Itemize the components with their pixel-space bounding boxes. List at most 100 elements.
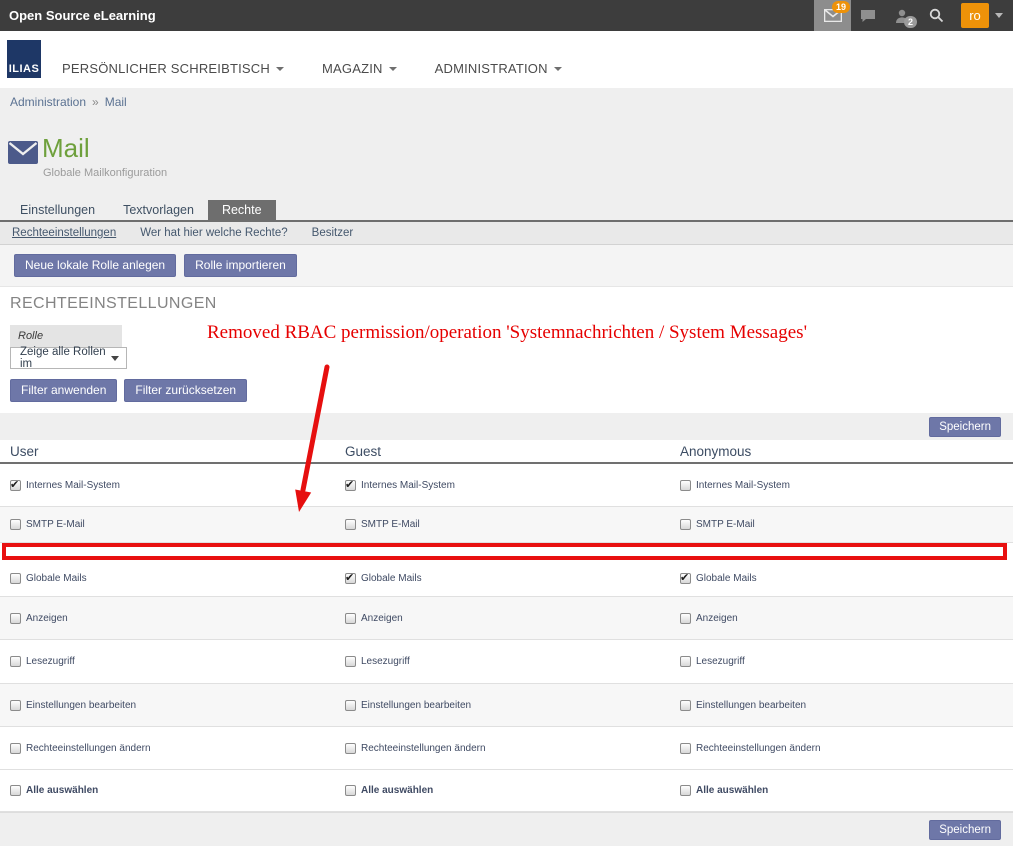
permission-label: Lesezugriff xyxy=(361,656,410,667)
removed-permission-row-highlight xyxy=(2,543,1007,560)
permission-cell: Internes Mail-System xyxy=(10,480,345,491)
permission-label: Globale Mails xyxy=(26,573,87,584)
nav-item-schreibtisch[interactable]: PERSÖNLICHER SCHREIBTISCH xyxy=(62,61,284,76)
new-local-role-button[interactable]: Neue lokale Rolle anlegen xyxy=(14,254,176,277)
checkbox-anonymous-lesezugriff[interactable] xyxy=(680,656,691,667)
permission-label: Einstellungen bearbeiten xyxy=(26,700,136,711)
subtab-bar: Rechteeinstellungen Wer hat hier welche … xyxy=(0,222,1013,245)
permission-cell: Einstellungen bearbeiten xyxy=(10,700,345,711)
role-filter-select-value: Zeige alle Rollen im xyxy=(20,346,111,370)
checkbox-user-alle-auswaehlen[interactable] xyxy=(10,785,21,796)
permission-cell: Lesezugriff xyxy=(680,656,1013,667)
tab-textvorlagen[interactable]: Textvorlagen xyxy=(109,199,208,220)
mail-button[interactable]: 19 xyxy=(814,0,851,31)
subtab-besitzer[interactable]: Besitzer xyxy=(312,227,354,239)
nav-item-magazin[interactable]: MAGAZIN xyxy=(322,61,397,76)
checkbox-user-lesezugriff[interactable] xyxy=(10,656,21,667)
checkbox-guest-alle-auswaehlen[interactable] xyxy=(345,785,356,796)
permission-cell: SMTP E-Mail xyxy=(10,519,345,530)
permission-label: Lesezugriff xyxy=(26,656,75,667)
chat-icon xyxy=(860,9,876,23)
table-row: SMTP E-Mail SMTP E-Mail SMTP E-Mail xyxy=(0,507,1013,543)
page: Open Source eLearning 19 2 xyxy=(0,0,1013,846)
reset-filter-button[interactable]: Filter zurücksetzen xyxy=(124,379,247,402)
permission-label: Rechteeinstellungen ändern xyxy=(361,743,486,754)
checkbox-guest-lesezugriff[interactable] xyxy=(345,656,356,667)
subtab-wer-hat-rechte[interactable]: Wer hat hier welche Rechte? xyxy=(140,227,287,239)
permission-cell: Lesezugriff xyxy=(345,656,680,667)
account-dropdown-caret-icon[interactable] xyxy=(995,13,1003,18)
permission-label: SMTP E-Mail xyxy=(26,519,85,530)
breadcrumb-mail[interactable]: Mail xyxy=(105,95,127,109)
checkbox-user-globale-mails[interactable] xyxy=(10,573,21,584)
permission-label: Globale Mails xyxy=(361,573,422,584)
table-row: Internes Mail-System Internes Mail-Syste… xyxy=(0,464,1013,507)
permission-label: Anzeigen xyxy=(696,613,738,624)
permission-cell: Globale Mails xyxy=(680,573,1013,584)
search-button[interactable] xyxy=(919,0,953,31)
tab-rechte[interactable]: Rechte xyxy=(208,199,276,220)
checkbox-anonymous-smtp-email[interactable] xyxy=(680,519,691,530)
tab-einstellungen[interactable]: Einstellungen xyxy=(6,199,109,220)
permission-settings-section: RECHTEEINSTELLUNGEN Rolle Zeige alle Rol… xyxy=(0,287,1013,413)
checkbox-guest-rechteeinstellungen-aendern[interactable] xyxy=(345,743,356,754)
save-button-bottom[interactable]: Speichern xyxy=(929,820,1001,840)
permission-cell: Internes Mail-System xyxy=(680,480,1013,491)
tab-bar: Einstellungen Textvorlagen Rechte xyxy=(0,200,1013,222)
permission-label: SMTP E-Mail xyxy=(696,519,755,530)
permission-cell: Globale Mails xyxy=(345,573,680,584)
checkbox-anonymous-internes-mail-system[interactable] xyxy=(680,480,691,491)
breadcrumb: Administration » Mail xyxy=(0,88,1013,116)
checkbox-user-einstellungen-bearbeiten[interactable] xyxy=(10,700,21,711)
permission-label: Internes Mail-System xyxy=(361,480,455,491)
permission-label: Rechteeinstellungen ändern xyxy=(696,743,821,754)
app-title: Open Source eLearning xyxy=(0,8,156,23)
permission-cell: Alle auswählen xyxy=(345,785,680,796)
permission-label: Anzeigen xyxy=(361,613,403,624)
checkbox-user-smtp-email[interactable] xyxy=(10,519,21,530)
topbar-actions: 19 2 ro xyxy=(814,0,1013,31)
checkbox-guest-globale-mails[interactable] xyxy=(345,573,356,584)
contacts-count-badge: 2 xyxy=(904,16,917,28)
table-row: Globale Mails Globale Mails Globale Mail… xyxy=(0,560,1013,597)
mail-object-icon xyxy=(8,141,38,164)
contacts-button[interactable]: 2 xyxy=(885,0,919,31)
checkbox-anonymous-alle-auswaehlen[interactable] xyxy=(680,785,691,796)
checkbox-user-rechteeinstellungen-aendern[interactable] xyxy=(10,743,21,754)
checkbox-anonymous-anzeigen[interactable] xyxy=(680,613,691,624)
permission-label: Einstellungen bearbeiten xyxy=(361,700,471,711)
account-button[interactable]: ro xyxy=(961,3,989,28)
table-row: Anzeigen Anzeigen Anzeigen xyxy=(0,597,1013,640)
permission-label: Alle auswählen xyxy=(26,785,98,796)
role-filter-select[interactable]: Zeige alle Rollen im xyxy=(10,347,127,369)
permission-cell: Rechteeinstellungen ändern xyxy=(345,743,680,754)
checkbox-anonymous-globale-mails[interactable] xyxy=(680,573,691,584)
checkbox-anonymous-einstellungen-bearbeiten[interactable] xyxy=(680,700,691,711)
permission-label: Globale Mails xyxy=(696,573,757,584)
permission-cell: Alle auswählen xyxy=(680,785,1013,796)
checkbox-user-anzeigen[interactable] xyxy=(10,613,21,624)
annotation-text: Removed RBAC permission/operation 'Syste… xyxy=(207,322,807,344)
permission-cell: Internes Mail-System xyxy=(345,480,680,491)
nav-item-administration[interactable]: ADMINISTRATION xyxy=(435,61,562,76)
breadcrumb-administration[interactable]: Administration xyxy=(10,95,86,109)
save-button-top[interactable]: Speichern xyxy=(929,417,1001,437)
checkbox-user-internes-mail-system[interactable] xyxy=(10,480,21,491)
section-heading: RECHTEEINSTELLUNGEN xyxy=(10,295,1003,313)
checkbox-guest-internes-mail-system[interactable] xyxy=(345,480,356,491)
nav-links: PERSÖNLICHER SCHREIBTISCH MAGAZIN ADMINI… xyxy=(62,61,562,76)
table-row: Rechteeinstellungen ändern Rechteeinstel… xyxy=(0,727,1013,770)
chat-button[interactable] xyxy=(851,0,885,31)
topbar: Open Source eLearning 19 2 xyxy=(0,0,1013,31)
subtab-rechteeinstellungen[interactable]: Rechteeinstellungen xyxy=(12,227,116,239)
permission-label: Rechteeinstellungen ändern xyxy=(26,743,151,754)
apply-filter-button[interactable]: Filter anwenden xyxy=(10,379,117,402)
checkbox-guest-einstellungen-bearbeiten[interactable] xyxy=(345,700,356,711)
checkbox-guest-smtp-email[interactable] xyxy=(345,519,356,530)
checkbox-anonymous-rechteeinstellungen-aendern[interactable] xyxy=(680,743,691,754)
import-role-button[interactable]: Rolle importieren xyxy=(184,254,297,277)
permission-cell: Rechteeinstellungen ändern xyxy=(10,743,345,754)
ilias-logo[interactable]: ILIAS xyxy=(7,40,41,78)
permission-cell: Globale Mails xyxy=(10,573,345,584)
checkbox-guest-anzeigen[interactable] xyxy=(345,613,356,624)
